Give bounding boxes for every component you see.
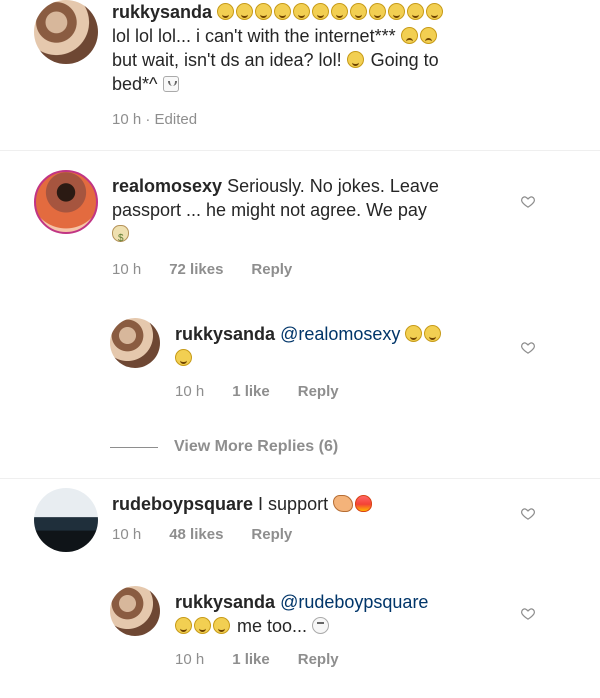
heart-icon[interactable] [520, 606, 536, 621]
reply-button[interactable]: Reply [298, 651, 339, 668]
comment-5: rukkysanda @rudeboypsquare me too... 10 … [0, 0, 600, 698]
laughing-emoji-icon [213, 617, 230, 634]
like-count[interactable]: 1 like [232, 651, 270, 668]
skull-emoji-icon [312, 617, 330, 634]
comment-meta: 10 h 1 like Reply [175, 651, 339, 668]
mention-link[interactable]: @rudeboypsquare [280, 592, 428, 612]
avatar[interactable] [110, 586, 160, 636]
laughing-emoji-icon [194, 617, 211, 634]
username[interactable]: rukkysanda [175, 592, 275, 612]
comment-text: rukkysanda @rudeboypsquare me too... [175, 590, 505, 638]
comment-line: me too... [237, 616, 308, 636]
laughing-emoji-icon [175, 617, 192, 634]
comment-time: 10 h [175, 651, 205, 668]
